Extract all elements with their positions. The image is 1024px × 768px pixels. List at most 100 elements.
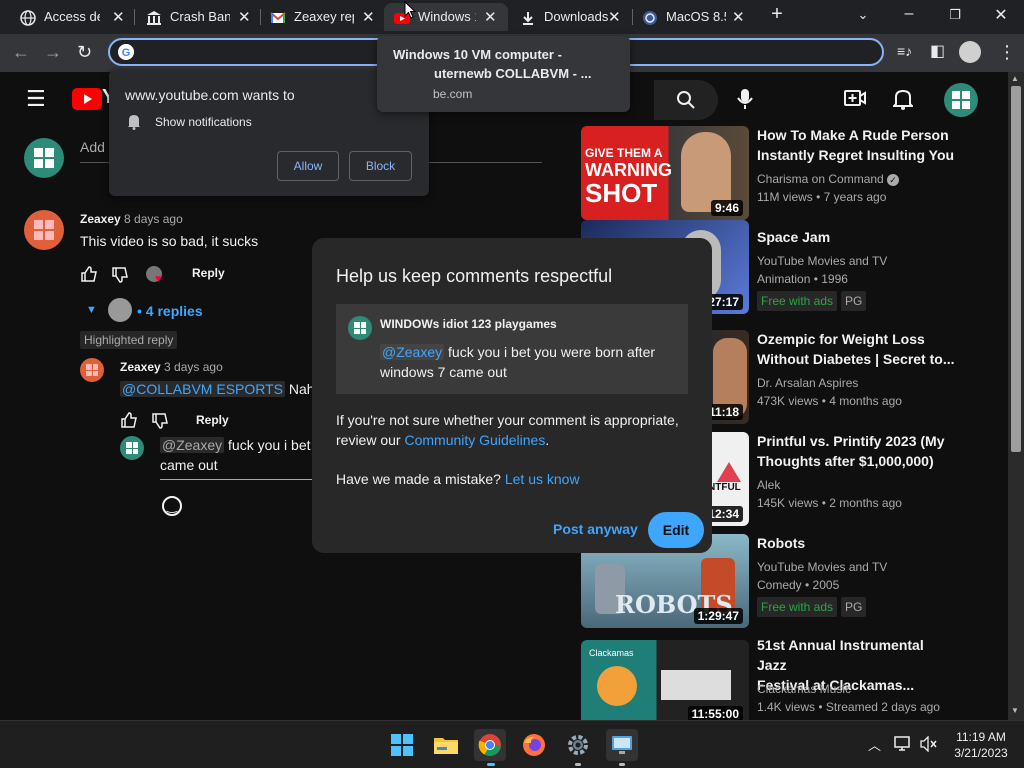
channel-name[interactable]: YouTube Movies and TV (757, 558, 967, 576)
video-meta: YouTube Movies and TV Animation • 1996 Fre… (757, 252, 967, 311)
close-icon[interactable]: ✕ (112, 8, 125, 26)
comment-author[interactable]: Zeaxey 8 days ago (80, 212, 183, 226)
thumbs-down-icon[interactable] (111, 266, 129, 284)
draft-reply-line2[interactable]: came out (160, 457, 218, 473)
block-button[interactable]: Block (349, 151, 412, 181)
reload-icon[interactable]: ↻ (77, 42, 92, 63)
allow-button[interactable]: Allow (277, 151, 339, 181)
download-icon (523, 12, 533, 25)
clock[interactable]: 11:19 AM 3/21/2023 (950, 730, 1012, 760)
draft-reply-line1[interactable]: @Zeaxey fuck you i bet (160, 437, 311, 453)
scroll-down-icon[interactable]: ▼ (1011, 706, 1019, 715)
reply-author[interactable]: Zeaxey 3 days ago (120, 360, 223, 374)
community-guidelines-link[interactable]: Community Guidelines (404, 432, 545, 448)
video-meta: Dr. Arsalan Aspires 473K views • 4 months… (757, 374, 967, 410)
create-video-icon[interactable] (844, 89, 866, 107)
heart-icon: ♥ (155, 273, 162, 285)
tab-macos[interactable]: MacOS 8.5 ✕ (622, 3, 756, 31)
verified-icon: ✓ (887, 174, 900, 186)
queue-icon[interactable]: ≡♪ (897, 43, 912, 59)
video-title[interactable]: Robots (757, 533, 957, 553)
channel-name[interactable]: Dr. Arsalan Aspires (757, 374, 967, 392)
firefox-taskbar-button[interactable] (518, 729, 550, 761)
comment-time: 8 days ago (124, 212, 183, 226)
tab-crash-bandicoot[interactable]: Crash Band ✕ (126, 3, 260, 31)
tab-label: MacOS 8.5 (666, 9, 726, 24)
volume-muted-icon[interactable] (920, 736, 938, 752)
quoted-text: @Zeaxey fuck you i bet you were born aft… (380, 344, 656, 380)
tab-youtube-active[interactable]: Windows 1 ✕ (384, 3, 508, 31)
video-title[interactable]: Ozempic for Weight Loss Without Diabetes … (757, 329, 957, 369)
windows-logo-icon (952, 91, 970, 109)
post-anyway-button[interactable]: Post anyway (553, 521, 638, 537)
close-window-icon[interactable]: ✕ (986, 5, 1016, 25)
chrome-taskbar-button[interactable] (474, 729, 506, 761)
tab-downloads[interactable]: Downloads ✕ (500, 3, 634, 31)
channel-name[interactable]: Charisma on Command (757, 172, 884, 186)
tab-access-denied[interactable]: Access deni ✕ (0, 3, 134, 31)
scrollbar-thumb[interactable] (1011, 86, 1021, 452)
thumbs-up-icon[interactable] (120, 411, 138, 429)
thumbs-down-icon[interactable] (151, 412, 169, 430)
remote-desktop-taskbar-button[interactable] (606, 729, 638, 761)
let-us-know-link[interactable]: Let us know (505, 471, 580, 487)
scroll-up-icon[interactable]: ▲ (1011, 74, 1019, 83)
video-title[interactable]: Space Jam (757, 227, 957, 247)
guidelines-text: If you're not sure whether your comment … (336, 412, 679, 448)
forward-arrow-icon[interactable]: → (44, 42, 62, 63)
bell-icon[interactable] (893, 88, 913, 110)
tab-label: Downloads (544, 9, 608, 24)
emoji-icon[interactable]: ‿ (162, 496, 182, 516)
back-arrow-icon[interactable]: ← (12, 42, 30, 63)
profile-avatar[interactable] (959, 41, 981, 63)
settings-taskbar-button[interactable] (562, 729, 594, 761)
close-icon[interactable]: ✕ (238, 8, 251, 26)
mouse-cursor-icon (404, 1, 416, 19)
hamburger-menu-icon[interactable]: ☰ (26, 86, 46, 112)
reply-button[interactable]: Reply (196, 413, 229, 427)
reply-author-avatar[interactable] (80, 358, 104, 382)
video-meta: Charisma on Command ✓ 11M views • 7 years… (757, 170, 967, 206)
reply-mention[interactable]: @COLLABVM ESPORTS (120, 381, 285, 397)
search-button[interactable] (654, 80, 718, 120)
add-comment-input[interactable]: Add (80, 139, 105, 155)
video-thumbnail[interactable]: Clackamas 11:55:00 (581, 640, 749, 720)
video-thumbnail[interactable]: GIVE THEM A WARNING SHOT 9:46 (581, 126, 749, 220)
hover-card-domain: be.com (433, 87, 473, 101)
channel-name[interactable]: YouTube Movies and TV (757, 252, 967, 270)
replies-toggle[interactable]: • 4 replies (137, 303, 203, 319)
close-icon[interactable]: ✕ (362, 8, 375, 26)
channel-name[interactable]: Clackamas Music (757, 680, 967, 698)
edit-button[interactable]: Edit (648, 512, 704, 548)
chrome-icon (478, 734, 501, 756)
hover-card-title: Windows 10 VM computer - (393, 47, 562, 62)
minimize-icon[interactable]: – (894, 5, 924, 23)
tab-search-icon[interactable]: ⌄ (848, 7, 878, 23)
search-icon (677, 91, 695, 109)
commenter-avatar[interactable] (24, 210, 64, 250)
youtube-logo-icon[interactable] (72, 88, 102, 110)
chevron-up-icon[interactable]: ︿ (868, 735, 881, 754)
new-tab-button[interactable]: + (762, 3, 792, 26)
file-explorer-button[interactable] (430, 729, 462, 761)
video-title[interactable]: Printful vs. Printify 2023 (My Thoughts a… (757, 431, 957, 471)
side-panel-icon[interactable]: ◧ (930, 41, 945, 61)
microphone-icon[interactable] (737, 88, 753, 110)
thumbs-up-icon[interactable] (80, 265, 98, 283)
start-button[interactable] (386, 729, 418, 761)
thumbnail-sun (597, 666, 637, 706)
network-icon[interactable] (894, 736, 912, 752)
restore-icon[interactable]: ❐ (940, 7, 970, 23)
reply-button[interactable]: Reply (192, 266, 225, 280)
svg-text:G: G (122, 47, 131, 59)
video-title[interactable]: How To Make A Rude Person Instantly Regre… (757, 125, 957, 165)
close-icon[interactable]: ✕ (732, 8, 745, 26)
tab-gmail[interactable]: Zeaxey repl ✕ (250, 3, 384, 31)
menu-kebab-icon[interactable]: ⋮ (998, 42, 1016, 63)
windows-logo-icon (86, 364, 98, 376)
account-avatar[interactable] (944, 83, 978, 117)
caret-down-icon[interactable]: ▼ (86, 304, 97, 316)
channel-name[interactable]: Alek (757, 476, 967, 494)
close-icon[interactable]: ✕ (608, 8, 621, 26)
close-icon[interactable]: ✕ (484, 8, 497, 26)
